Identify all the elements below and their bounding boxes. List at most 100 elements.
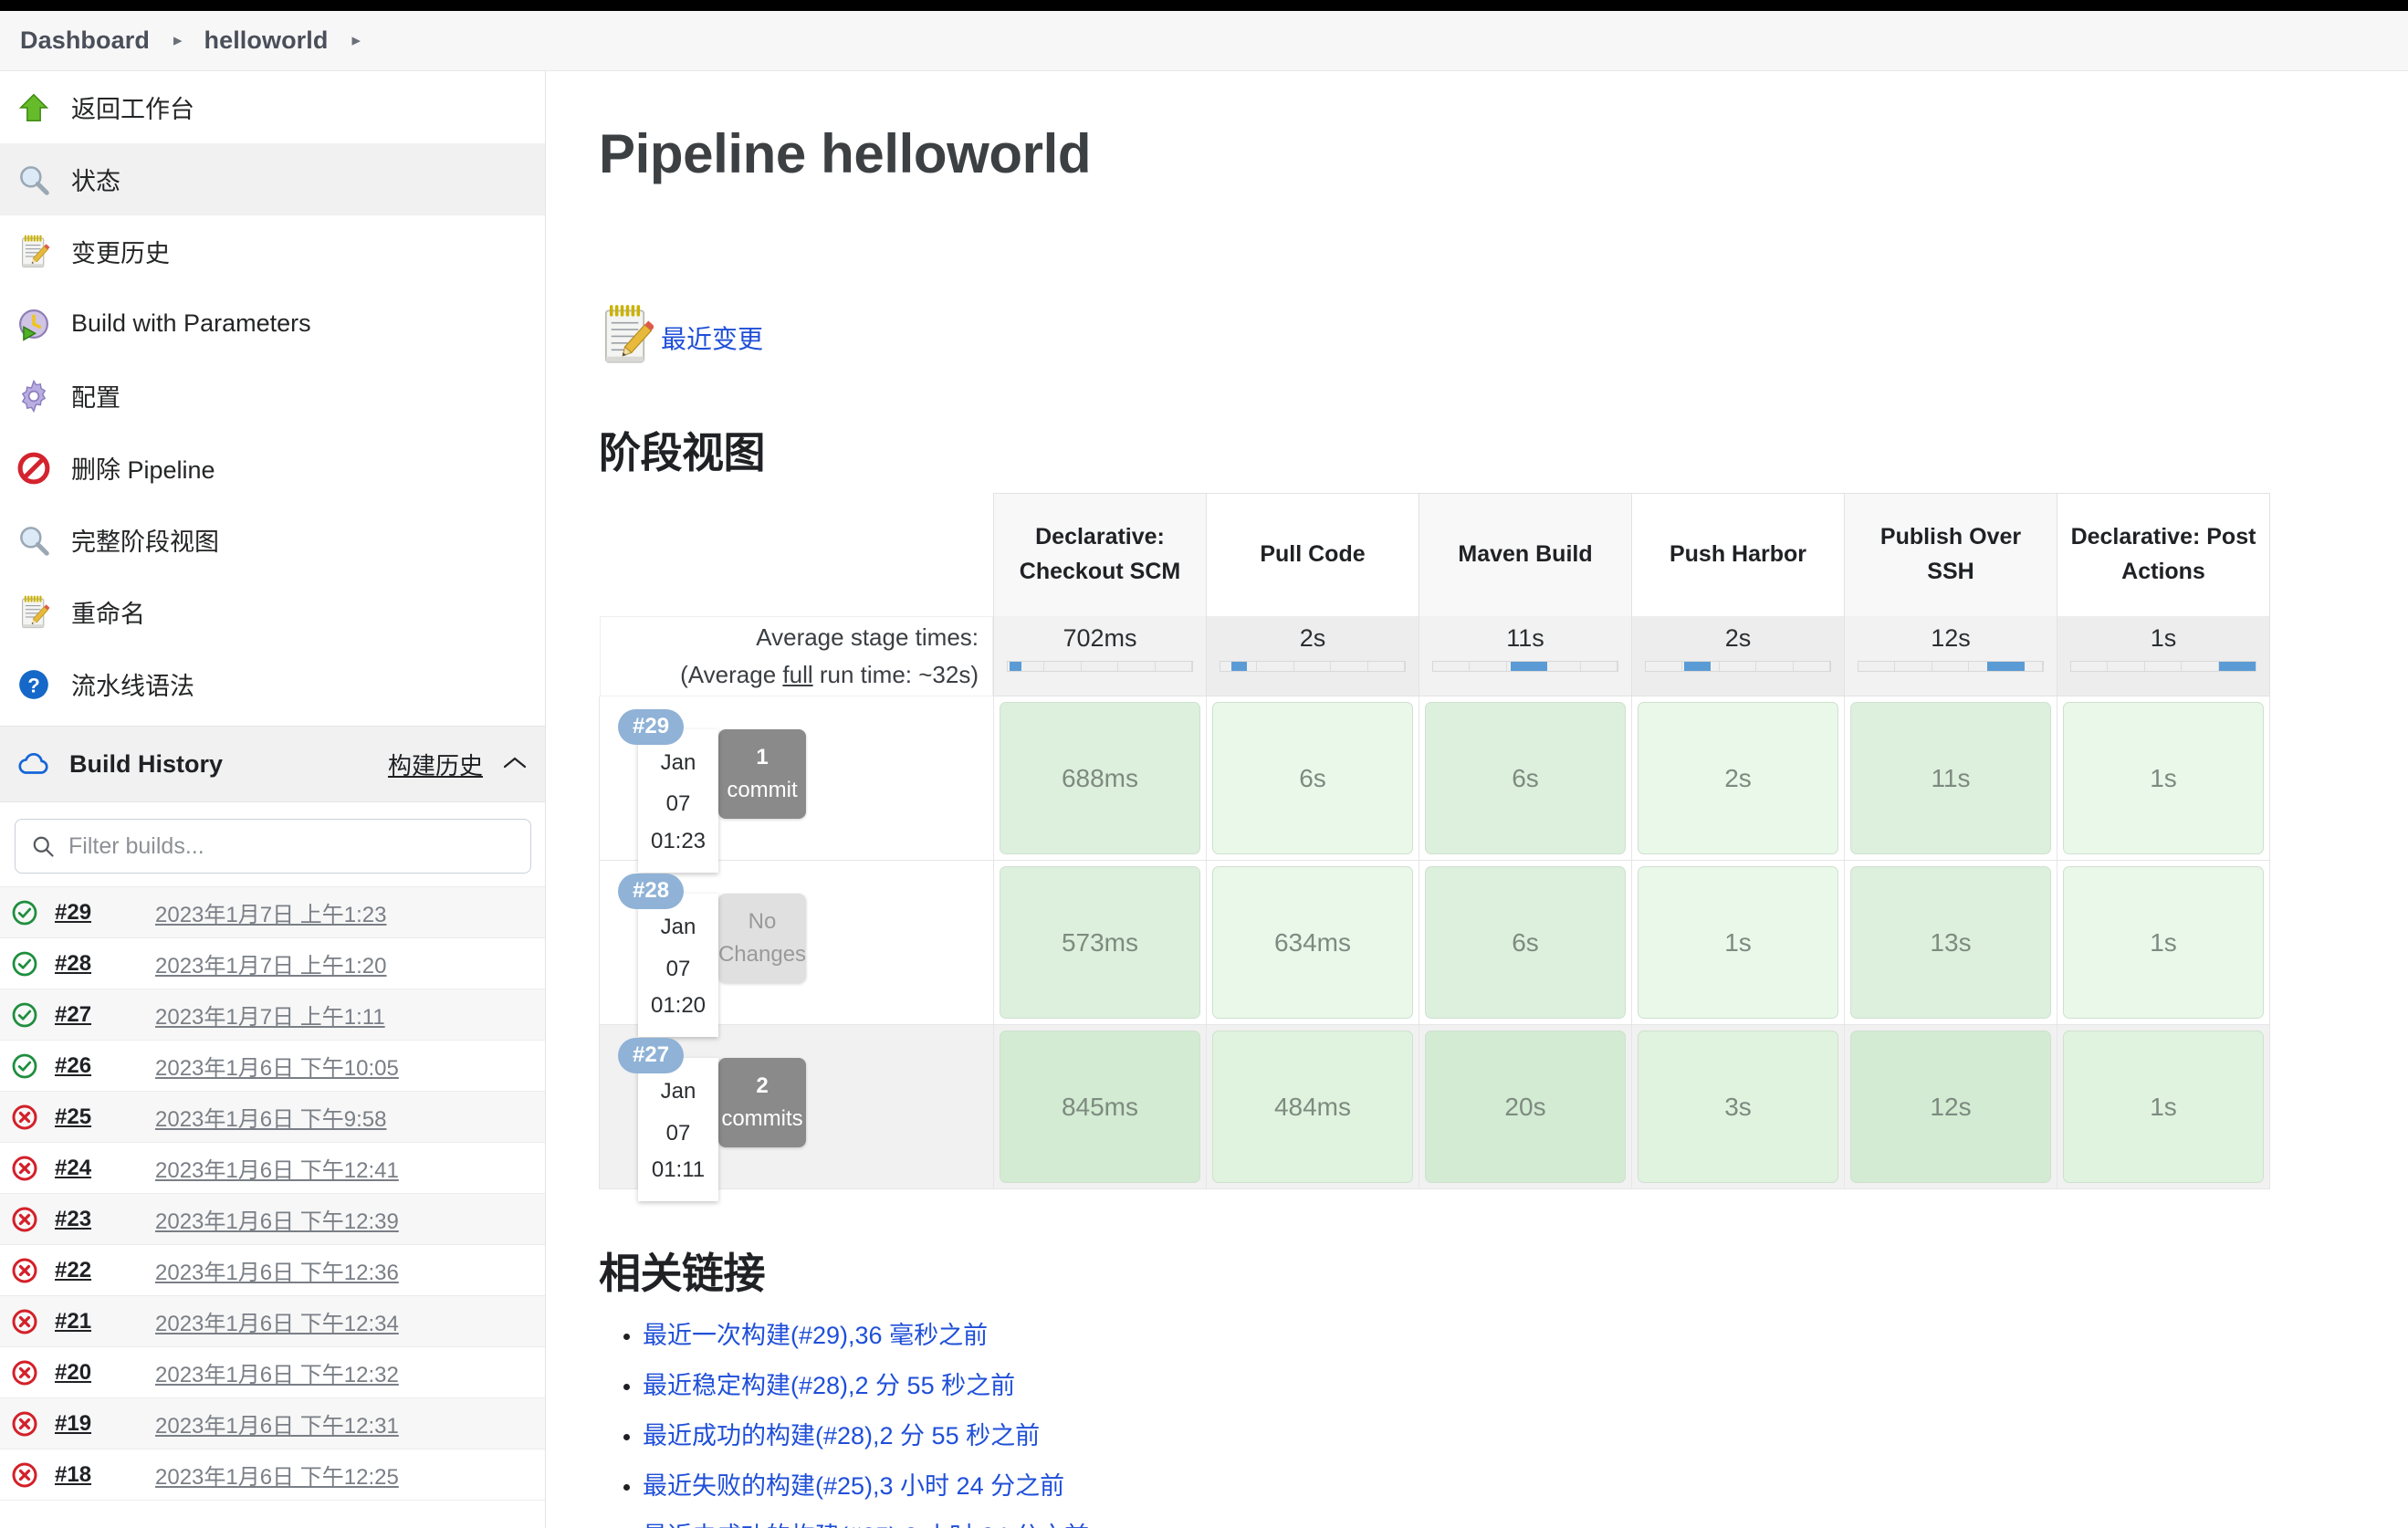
average-stage-time-cell: 702ms (993, 615, 1207, 696)
sidebar-item-2[interactable]: 变更历史 (0, 215, 545, 288)
build-number-link[interactable]: #18 (55, 1462, 139, 1488)
stage-duration-cell[interactable]: 3s (1631, 1024, 1845, 1189)
build-history-item[interactable]: #18 2023年1月6日 下午12:25 (0, 1450, 545, 1501)
status-failed-icon (11, 1410, 38, 1438)
stage-build-badge[interactable]: #27 (618, 1038, 685, 1073)
build-history-item[interactable]: #22 2023年1月6日 下午12:36 (0, 1245, 545, 1296)
build-history-item[interactable]: #29 2023年1月7日 上午1:23 (0, 887, 545, 938)
build-date-link[interactable]: 2023年1月7日 上午1:20 (155, 947, 386, 979)
build-date-link[interactable]: 2023年1月6日 下午12:31 (155, 1408, 399, 1439)
build-date-link[interactable]: 2023年1月6日 下午12:36 (155, 1254, 399, 1286)
bar-tick (1646, 661, 1683, 671)
related-link[interactable]: 最近未成功的构建(#25),3 小时 24 分之前 (643, 1523, 1089, 1528)
stage-duration-value: 6s (1212, 702, 1413, 854)
sidebar-item-3[interactable]: Build with Parameters (0, 288, 545, 360)
stage-duration-cell[interactable]: 12s (1844, 1024, 2057, 1189)
sidebar-item-5[interactable]: 删除 Pipeline (0, 432, 545, 504)
sidebar-item-0[interactable]: 返回工作台 (0, 71, 545, 143)
sidebar-item-4[interactable]: 配置 (0, 360, 545, 432)
build-history-item[interactable]: #20 2023年1月6日 下午12:32 (0, 1347, 545, 1398)
build-history-item[interactable]: #25 2023年1月6日 下午9:58 (0, 1092, 545, 1143)
build-number-link[interactable]: #22 (55, 1258, 139, 1283)
build-number-link[interactable]: #27 (55, 1002, 139, 1028)
sidebar-item-8[interactable]: ? 流水线语法 (0, 648, 545, 720)
sidebar-item-label: 返回工作台 (71, 96, 194, 123)
stage-duration-cell[interactable]: 20s (1419, 1024, 1632, 1189)
sidebar-item-7[interactable]: 重命名 (0, 576, 545, 648)
related-link[interactable]: 最近一次构建(#29),36 毫秒之前 (643, 1322, 988, 1349)
stage-build-row: #29 Jan 07 01:23 1 commit 688ms 6s 6s 2s 11s 1s (599, 696, 2270, 873)
stage-duration-cell[interactable]: 484ms (1206, 1024, 1419, 1189)
build-date-link[interactable]: 2023年1月6日 下午9:58 (155, 1101, 386, 1133)
average-stage-time-cell: 2s (1631, 615, 1845, 696)
stage-build-badge[interactable]: #29 (618, 708, 685, 745)
magnifier-icon (16, 523, 51, 558)
stage-commit-chip[interactable]: No Changes (718, 894, 806, 983)
recent-changes-link[interactable]: 最近变更 (661, 319, 763, 356)
stage-duration-cell[interactable]: 6s (1419, 860, 1632, 1025)
build-date-link[interactable]: 2023年1月7日 上午1:23 (155, 896, 386, 928)
stage-table: Declarative: Checkout SCM Pull Code Maven … (599, 493, 2270, 1202)
stage-duration-cell[interactable]: 13s (1844, 860, 2057, 1025)
stage-duration-cell[interactable]: 573ms (993, 860, 1207, 1025)
build-history-item[interactable]: #19 2023年1月6日 下午12:31 (0, 1398, 545, 1450)
clock-play-icon (16, 307, 51, 341)
build-history-item[interactable]: #26 2023年1月6日 下午10:05 (0, 1041, 545, 1092)
build-number-link[interactable]: #24 (55, 1156, 139, 1181)
build-history-item[interactable]: #24 2023年1月6日 下午12:41 (0, 1143, 545, 1194)
build-date-link[interactable]: 2023年1月6日 下午12:34 (155, 1305, 399, 1337)
stage-commit-chip[interactable]: 1 commit (718, 728, 806, 819)
stage-duration-bar (1645, 660, 1831, 672)
stage-duration-cell[interactable]: 1s (2057, 696, 2270, 861)
build-date-link[interactable]: 2023年1月6日 下午10:05 (155, 1050, 399, 1082)
search-input[interactable] (67, 832, 505, 861)
related-link[interactable]: 最近成功的构建(#28),2 分 55 秒之前 (643, 1422, 1040, 1450)
search-icon (30, 833, 56, 859)
bar-fill (1510, 661, 1548, 671)
build-history-item[interactable]: #21 2023年1月6日 下午12:34 (0, 1296, 545, 1347)
build-number-link[interactable]: #26 (55, 1053, 139, 1079)
build-number-link[interactable]: #29 (55, 900, 139, 926)
build-date-link[interactable]: 2023年1月6日 下午12:25 (155, 1459, 399, 1491)
stage-duration-cell[interactable]: 11s (1844, 696, 2057, 861)
stage-duration-cell[interactable]: 634ms (1206, 860, 1419, 1025)
stage-duration-cell[interactable]: 1s (2057, 860, 2270, 1025)
search-input-box[interactable] (15, 819, 531, 874)
sidebar-nav: 返回工作台状态变更历史 Build with Parameters 配置 删除 Pip… (0, 71, 545, 720)
build-number-link[interactable]: #28 (55, 951, 139, 977)
stage-duration-cell[interactable]: 6s (1206, 696, 1419, 861)
build-number-link[interactable]: #21 (55, 1309, 139, 1334)
build-date-link[interactable]: 2023年1月7日 上午1:11 (155, 999, 385, 1031)
stage-duration-cell[interactable]: 6s (1419, 696, 1632, 861)
build-number-link[interactable]: #23 (55, 1207, 139, 1232)
build-number-link[interactable]: #25 (55, 1104, 139, 1130)
build-history-link[interactable]: 构建历史 (388, 748, 483, 781)
build-date-link[interactable]: 2023年1月6日 下午12:41 (155, 1152, 399, 1184)
stage-duration-cell[interactable]: 2s (1631, 696, 1845, 861)
build-history-item[interactable]: #28 2023年1月7日 上午1:20 (0, 938, 545, 989)
build-number-link[interactable]: #19 (55, 1411, 139, 1437)
build-number-link[interactable]: #20 (55, 1360, 139, 1386)
build-date-link[interactable]: 2023年1月6日 下午12:39 (155, 1203, 399, 1235)
stage-commit-chip[interactable]: 2 commits (718, 1058, 806, 1147)
sidebar-item-6[interactable]: 完整阶段视图 (0, 504, 545, 576)
related-link[interactable]: 最近稳定构建(#28),2 分 55 秒之前 (643, 1372, 1015, 1399)
stage-duration-cell[interactable]: 1s (1631, 860, 1845, 1025)
sidebar-item-label: 变更历史 (71, 240, 170, 267)
build-date-link[interactable]: 2023年1月6日 下午12:32 (155, 1356, 399, 1388)
build-history-item[interactable]: #23 2023年1月6日 下午12:39 (0, 1194, 545, 1245)
sidebar-item-1[interactable]: 状态 (0, 143, 545, 215)
stage-duration-cell[interactable]: 688ms (993, 696, 1207, 861)
related-link[interactable]: 最近失败的构建(#25),3 小时 24 分之前 (643, 1472, 1064, 1500)
chevron-up-icon[interactable] (503, 751, 527, 777)
notepad-pencil-icon (599, 304, 655, 371)
breadcrumb-item-helloworld[interactable]: helloworld (200, 26, 331, 55)
stage-build-badge[interactable]: #28 (618, 874, 685, 909)
stage-row-header: #27 Jan 07 01:11 2 commits (599, 1024, 994, 1202)
breadcrumb-item-dashboard[interactable]: Dashboard (16, 26, 153, 55)
stage-duration-cell[interactable]: 845ms (993, 1024, 1207, 1189)
stage-duration-cell[interactable]: 1s (2057, 1024, 2270, 1189)
sidebar-item-label: 状态 (71, 168, 120, 195)
stage-duration-bar (1432, 660, 1618, 672)
build-history-item[interactable]: #27 2023年1月7日 上午1:11 (0, 989, 545, 1041)
